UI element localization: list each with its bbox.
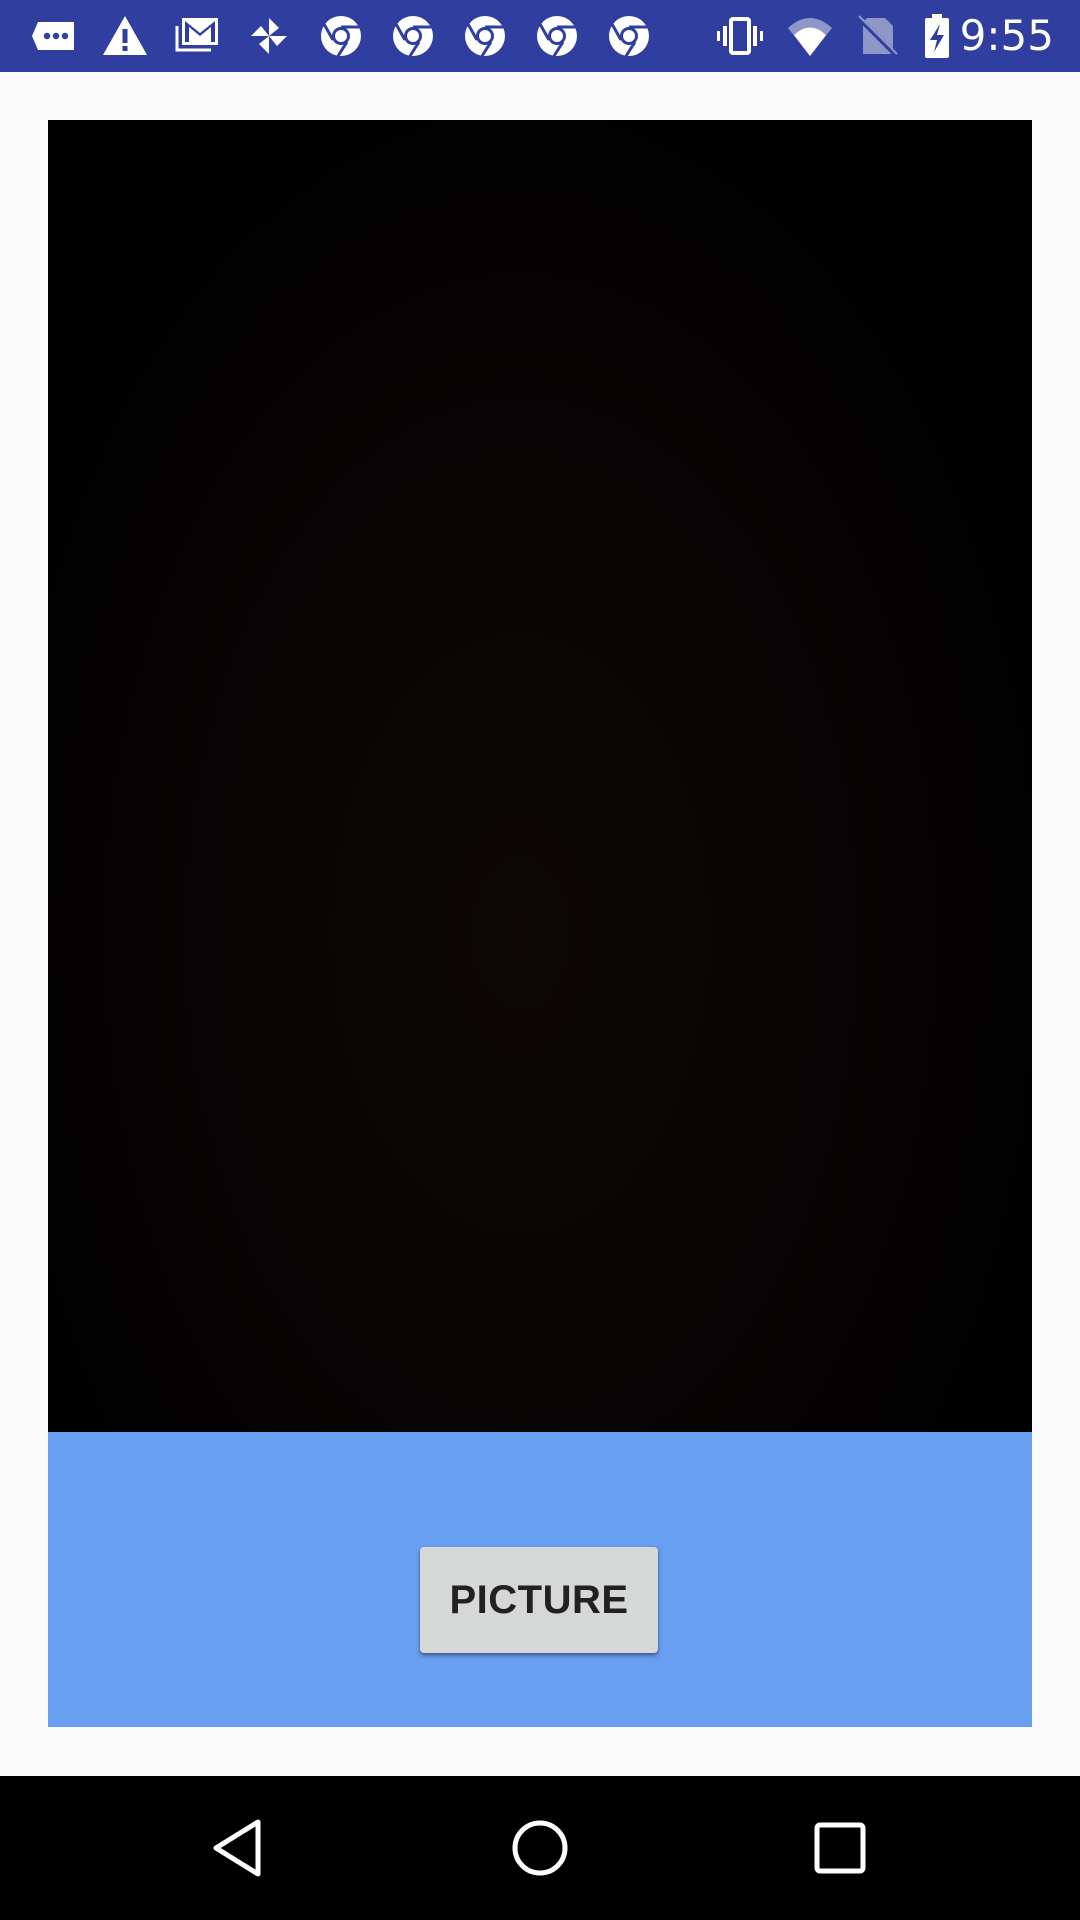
vibrate-icon <box>716 12 764 60</box>
camera-preview[interactable] <box>48 120 1032 1432</box>
control-panel: PICTURE <box>48 1432 1032 1727</box>
battery-charging-icon <box>913 12 961 60</box>
clock: 9:55 <box>959 11 1054 60</box>
back-icon[interactable] <box>204 1812 276 1884</box>
no-sim-icon <box>853 12 901 60</box>
chrome-icon <box>317 12 365 60</box>
messaging-icon <box>30 12 78 60</box>
chrome-icon <box>605 12 653 60</box>
status-bar: 9:55 <box>0 0 1080 72</box>
warning-icon <box>101 12 149 60</box>
navigation-bar <box>0 1776 1080 1920</box>
take-picture-button[interactable]: PICTURE <box>420 1547 658 1653</box>
wifi-icon <box>786 12 834 60</box>
recents-icon[interactable] <box>804 1812 876 1884</box>
chrome-icon <box>389 12 437 60</box>
pinwheel-icon <box>245 12 293 60</box>
gmail-icon <box>173 12 221 60</box>
chrome-icon <box>461 12 509 60</box>
home-icon[interactable] <box>504 1812 576 1884</box>
chrome-icon <box>533 12 581 60</box>
